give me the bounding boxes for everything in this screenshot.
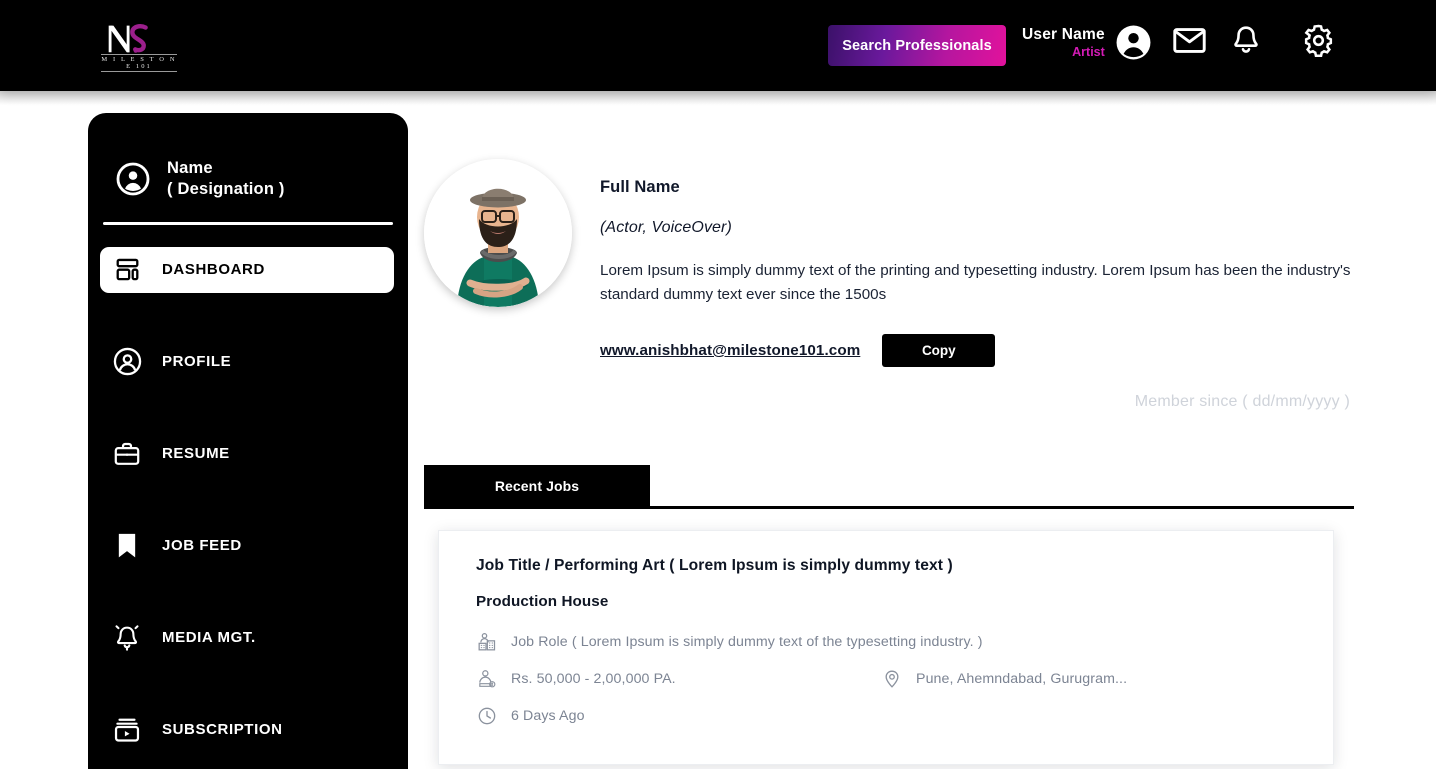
- sidebar-nav: DASHBOARD PROFILE: [88, 247, 408, 753]
- sidebar-item-job-feed[interactable]: JOB FEED: [88, 523, 408, 569]
- sidebar-user[interactable]: Name ( Designation ): [88, 113, 408, 199]
- header-shadow: [0, 91, 1436, 105]
- recent-jobs-list: Job Title / Performing Art ( Lorem Ipsum…: [438, 530, 1336, 769]
- location-pin-icon: [881, 668, 903, 690]
- video-library-icon: [112, 715, 142, 745]
- tab-recent-jobs[interactable]: Recent Jobs: [424, 465, 650, 506]
- sidebar-item-media-mgt[interactable]: MEDIA MGT.: [88, 615, 408, 661]
- job-location-text: Pune, Ahemndabad, Gurugram...: [916, 671, 1127, 687]
- job-production-house: Production House: [476, 593, 1303, 610]
- job-posted-text: 6 Days Ago: [511, 708, 585, 724]
- bell-ring-icon: [112, 623, 142, 653]
- tab-strip: Recent Jobs: [424, 465, 1354, 506]
- user-circle-icon[interactable]: [1115, 24, 1152, 61]
- user-circle-icon: [112, 347, 142, 377]
- user-role-label: Artist: [1072, 45, 1105, 59]
- sidebar-item-label: SUBSCRIPTION: [162, 721, 283, 738]
- job-salary-location-line: Rs. 50,000 - 2,00,000 PA. Pune, Ahemndab…: [476, 668, 1303, 690]
- profile-subrole: (Actor, VoiceOver): [600, 219, 1370, 237]
- page-title: Full Name: [600, 178, 1370, 197]
- sidebar-item-resume[interactable]: RESUME: [88, 431, 408, 477]
- job-role-icon: [476, 631, 498, 653]
- salary-icon: [476, 668, 498, 690]
- clock-icon: [476, 705, 498, 727]
- profile-details: Full Name (Actor, VoiceOver) Lorem Ipsum…: [600, 140, 1370, 367]
- copy-button[interactable]: Copy: [882, 334, 995, 367]
- logo-ms-icon: [99, 20, 179, 56]
- tabs-container: Recent Jobs: [424, 465, 1354, 506]
- profile-email-link[interactable]: www.anishbhat@milestone101.com: [600, 342, 860, 359]
- sidebar-item-label: RESUME: [162, 445, 230, 462]
- job-card[interactable]: Job Title / Performing Art ( Lorem Ipsum…: [438, 530, 1334, 765]
- job-salary-group: Rs. 50,000 - 2,00,000 PA.: [476, 668, 881, 690]
- job-posted-line: 6 Days Ago: [476, 705, 1303, 727]
- user-info: User Name Artist: [1022, 26, 1105, 59]
- avatar-photo-icon: [424, 159, 572, 307]
- profile-description: Lorem Ipsum is simply dummy text of the …: [600, 259, 1360, 307]
- mail-icon[interactable]: [1173, 27, 1206, 54]
- sidebar: Name ( Designation ) DASHBOARD: [88, 113, 408, 769]
- bookmark-icon: [112, 531, 142, 561]
- user-circle-icon: [116, 162, 150, 196]
- gear-icon[interactable]: [1302, 24, 1335, 57]
- job-role-line: Job Role ( Lorem Ipsum is simply dummy t…: [476, 631, 1303, 653]
- sidebar-item-dashboard[interactable]: DASHBOARD: [100, 247, 394, 293]
- user-account-block[interactable]: User Name Artist: [1022, 24, 1152, 61]
- logo-wordmark: M I L E S T O N E 101: [101, 54, 177, 72]
- dashboard-icon: [112, 255, 142, 285]
- profile-link-row: www.anishbhat@milestone101.com Copy: [600, 334, 1370, 367]
- profile-header: Full Name (Actor, VoiceOver) Lorem Ipsum…: [420, 140, 1380, 367]
- job-salary-text: Rs. 50,000 - 2,00,000 PA.: [511, 671, 676, 687]
- main-content: Full Name (Actor, VoiceOver) Lorem Ipsum…: [420, 113, 1436, 769]
- bell-icon[interactable]: [1231, 25, 1261, 56]
- top-header: M I L E S T O N E 101 Search Professiona…: [0, 0, 1436, 91]
- job-title: Job Title / Performing Art ( Lorem Ipsum…: [476, 557, 1303, 575]
- sidebar-item-profile[interactable]: PROFILE: [88, 339, 408, 385]
- avatar: [424, 159, 572, 307]
- member-since-label: Member since ( dd/mm/yyyy ): [1135, 393, 1350, 411]
- job-role-text: Job Role ( Lorem Ipsum is simply dummy t…: [511, 634, 983, 650]
- brand-logo[interactable]: M I L E S T O N E 101: [99, 20, 179, 72]
- briefcase-icon: [112, 439, 142, 469]
- user-name-label: User Name: [1022, 26, 1105, 43]
- sidebar-item-label: DASHBOARD: [162, 261, 265, 278]
- sidebar-item-subscription[interactable]: SUBSCRIPTION: [88, 707, 408, 753]
- job-location-group: Pune, Ahemndabad, Gurugram...: [881, 668, 1127, 690]
- sidebar-user-text: Name ( Designation ): [167, 158, 285, 199]
- sidebar-item-label: MEDIA MGT.: [162, 629, 256, 646]
- sidebar-item-label: JOB FEED: [162, 537, 242, 554]
- search-professionals-button[interactable]: Search Professionals: [828, 25, 1006, 66]
- job-meta: Job Role ( Lorem Ipsum is simply dummy t…: [476, 631, 1303, 727]
- dashboard-page: M I L E S T O N E 101 Search Professiona…: [0, 0, 1436, 769]
- sidebar-item-label: PROFILE: [162, 353, 231, 370]
- sidebar-user-designation: ( Designation ): [167, 179, 285, 199]
- sidebar-divider: [103, 222, 393, 225]
- tab-underline: [424, 506, 1354, 509]
- sidebar-user-name: Name: [167, 158, 285, 178]
